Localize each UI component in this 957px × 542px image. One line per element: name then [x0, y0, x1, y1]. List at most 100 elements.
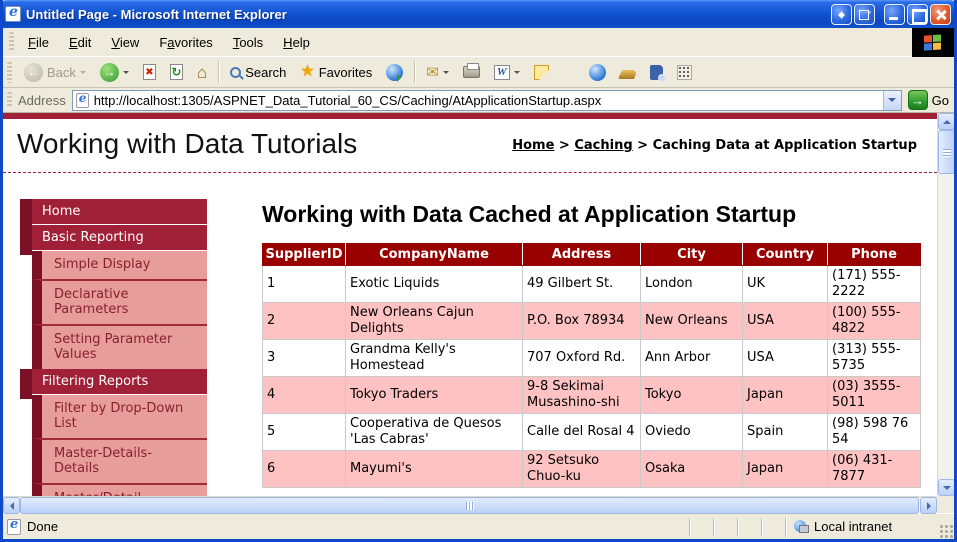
- breadcrumb-caching[interactable]: Caching: [574, 138, 632, 153]
- cell-phone: (313) 555-5735: [828, 340, 921, 377]
- sidebar-item-filtering-reports[interactable]: Filtering Reports: [32, 369, 207, 395]
- horizontal-scrollbar[interactable]: [3, 496, 937, 513]
- mail-icon: ✉: [426, 65, 439, 80]
- menu-help[interactable]: Help: [273, 32, 320, 53]
- cell-companyname: Exotic Liquids: [346, 266, 523, 303]
- pop-out-button[interactable]: [854, 4, 875, 25]
- cell-phone: (171) 555-2222: [828, 266, 921, 303]
- maximize-button[interactable]: [907, 4, 928, 25]
- sidebar-item-basic-reporting[interactable]: Basic Reporting: [32, 225, 207, 251]
- resize-arrows-button[interactable]: [831, 4, 852, 25]
- cell-supplierid: 2: [263, 303, 346, 340]
- research-icon: [650, 65, 663, 80]
- cell-companyname: Tokyo Traders: [346, 377, 523, 414]
- search-button[interactable]: Search: [224, 62, 292, 83]
- messenger-button[interactable]: [583, 61, 612, 84]
- table-row: 4Tokyo Traders9-8 Sekimai Musashino-shiT…: [263, 377, 921, 414]
- standard-toolbar: ← Back → ✖ ↻ ⌂ Search ★ Favorites: [3, 57, 954, 88]
- cell-companyname: Mayumi's: [346, 451, 523, 488]
- cell-city: New Orleans: [641, 303, 743, 340]
- scroll-left-button[interactable]: [3, 497, 20, 514]
- status-pane: [713, 518, 737, 536]
- vertical-scrollbar[interactable]: [937, 113, 954, 496]
- table-body: 1Exotic Liquids49 Gilbert St.LondonUK(17…: [263, 266, 921, 488]
- table-row: 5Cooperativa de Quesos 'Las Cabras'Calle…: [263, 414, 921, 451]
- breadcrumb-home[interactable]: Home: [512, 138, 554, 153]
- ie-window-icon: [5, 6, 21, 22]
- status-bar: Done Local intranet: [3, 513, 954, 539]
- column-header-address: Address: [523, 244, 641, 266]
- menu-edit[interactable]: Edit: [59, 32, 101, 53]
- refresh-button[interactable]: ↻: [164, 61, 189, 83]
- sidebar-item-setting-parameter-values[interactable]: Setting Parameter Values: [32, 324, 207, 369]
- minimize-button[interactable]: [884, 4, 905, 25]
- window-resize-grip[interactable]: [939, 524, 954, 539]
- sidebar-item-filter-by-drop-down-list[interactable]: Filter by Drop-Down List: [32, 395, 207, 438]
- table-row: 3Grandma Kelly's Homestead707 Oxford Rd.…: [263, 340, 921, 377]
- menu-tools[interactable]: Tools: [223, 32, 273, 53]
- favorites-button[interactable]: ★ Favorites: [294, 61, 378, 83]
- mail-button[interactable]: ✉: [420, 62, 455, 83]
- close-button[interactable]: [930, 4, 951, 25]
- column-header-phone: Phone: [828, 244, 921, 266]
- sidebar-item-declarative-parameters[interactable]: Declarative Parameters: [32, 279, 207, 324]
- toolbar-grip[interactable]: [7, 62, 12, 83]
- address-input[interactable]: http://localhost:1305/ASPNET_Data_Tutori…: [72, 90, 902, 111]
- menu-view[interactable]: View: [101, 32, 149, 53]
- edit-with-word-button[interactable]: W: [488, 62, 526, 83]
- binary-addon-icon: [677, 65, 692, 80]
- cell-phone: (100) 555-4822: [828, 303, 921, 340]
- sidebar-item-master-details-details[interactable]: Master-Details-Details: [32, 438, 207, 483]
- sidebar-item-simple-display[interactable]: Simple Display: [32, 251, 207, 279]
- scroll-up-button[interactable]: [938, 113, 955, 130]
- scroll-down-button[interactable]: [938, 479, 955, 496]
- web-page: Working with Data Tutorials Home > Cachi…: [3, 113, 937, 496]
- sidebar-item-label: Filter by Drop-Down List: [54, 401, 183, 431]
- browser-viewport: Working with Data Tutorials Home > Cachi…: [3, 113, 954, 513]
- sidebar-nav: HomeBasic Reporting Simple Display Declara…: [20, 199, 207, 496]
- cell-city: London: [641, 266, 743, 303]
- cell-country: UK: [743, 266, 828, 303]
- print-icon: [463, 66, 480, 78]
- stop-button[interactable]: ✖: [137, 61, 162, 83]
- home-button[interactable]: ⌂: [191, 61, 213, 84]
- local-intranet-icon: [794, 520, 809, 533]
- sidebar-item-master-detail-across[interactable]: Master/Detail Across: [32, 483, 207, 496]
- cell-companyname: Cooperativa de Quesos 'Las Cabras': [346, 414, 523, 451]
- go-button[interactable]: → Go: [908, 90, 949, 110]
- cell-address: 707 Oxford Rd.: [523, 340, 641, 377]
- cell-address: 92 Setsuko Chuo-ku: [523, 451, 641, 488]
- menu-file[interactable]: File: [18, 32, 59, 53]
- cell-phone: (06) 431-7877: [828, 451, 921, 488]
- cell-address: Calle del Rosal 4: [523, 414, 641, 451]
- horizontal-scroll-thumb[interactable]: [20, 497, 919, 514]
- cell-city: Oviedo: [641, 414, 743, 451]
- forward-button[interactable]: →: [94, 60, 135, 85]
- cell-supplierid: 4: [263, 377, 346, 414]
- cell-address: P.O. Box 78934: [523, 303, 641, 340]
- cell-city: Tokyo: [641, 377, 743, 414]
- sidebar-item-label: Simple Display: [54, 257, 150, 272]
- menu-grip[interactable]: [9, 32, 14, 52]
- table-row: 1Exotic Liquids49 Gilbert St.LondonUK(17…: [263, 266, 921, 303]
- vertical-scroll-thumb[interactable]: [938, 130, 955, 174]
- cell-country: USA: [743, 303, 828, 340]
- addon-button-1[interactable]: [614, 62, 642, 82]
- research-button[interactable]: [644, 62, 669, 83]
- window-title: Untitled Page - Microsoft Internet Explo…: [26, 7, 831, 22]
- column-header-country: Country: [743, 244, 828, 266]
- suppliers-table: SupplierIDCompanyNameAddressCityCountryP…: [262, 243, 921, 488]
- addressbar-grip[interactable]: [7, 92, 12, 109]
- menu-favorites[interactable]: Favorites: [149, 32, 222, 53]
- address-dropdown-button[interactable]: [883, 91, 901, 110]
- back-button[interactable]: ← Back: [18, 60, 92, 85]
- home-icon: ⌂: [197, 64, 207, 81]
- notes-button[interactable]: [528, 62, 555, 83]
- addon-button-2[interactable]: [671, 62, 698, 83]
- address-url: http://localhost:1305/ASPNET_Data_Tutori…: [94, 93, 883, 108]
- print-button[interactable]: [457, 63, 486, 81]
- scroll-right-button[interactable]: [920, 497, 937, 514]
- sidebar-item-home[interactable]: Home: [32, 199, 207, 225]
- toolbar-separator: [414, 61, 415, 83]
- media-button[interactable]: [380, 61, 409, 84]
